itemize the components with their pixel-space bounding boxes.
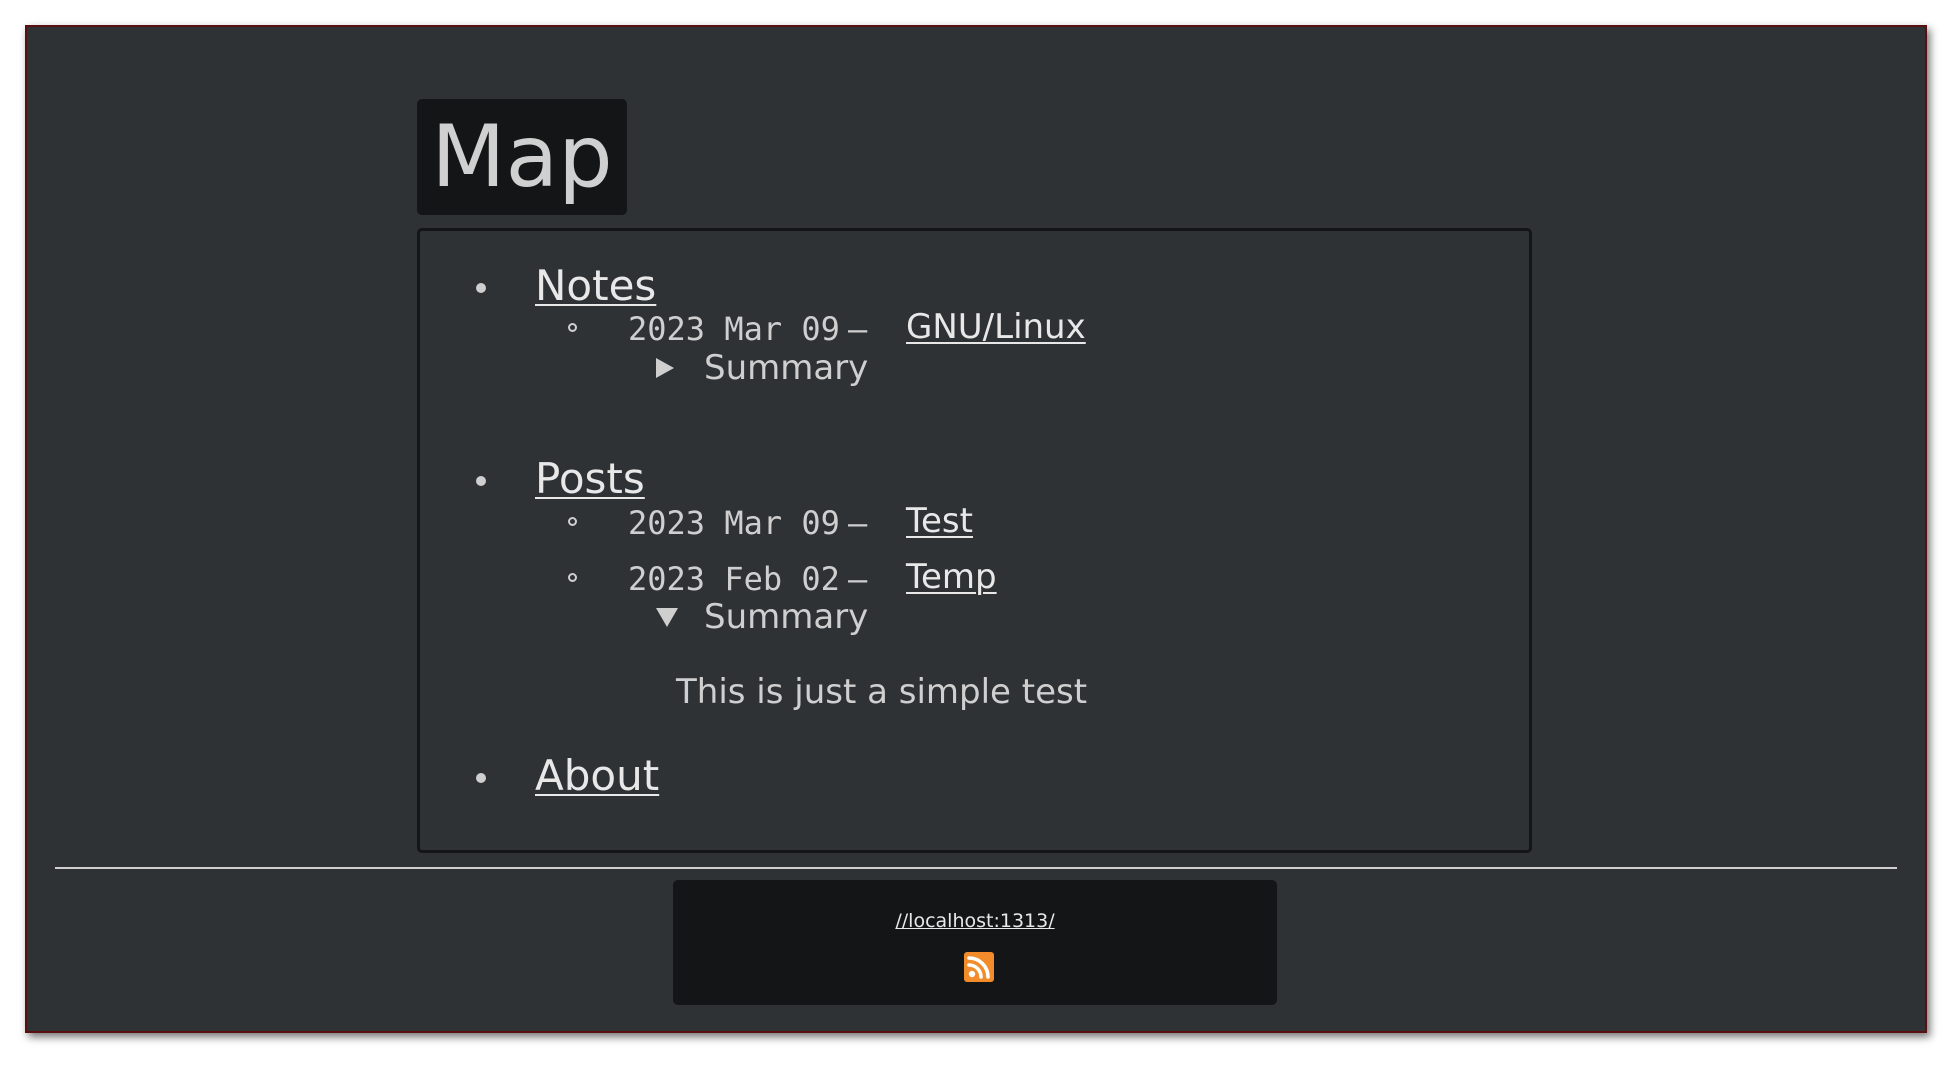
list-bullet [476,476,486,486]
summary-toggle-expanded[interactable]: Summary [656,597,868,637]
entry-dash: — [848,310,868,348]
summary-text: This is just a simple test [676,672,1088,712]
page-title: Map [431,107,613,207]
section-link-posts[interactable]: Posts [535,454,645,503]
section-link-notes[interactable]: Notes [535,261,656,310]
entry-link-test[interactable]: Test [906,501,973,541]
summary-label: Summary [704,597,869,637]
sub-list-bullet [568,573,577,582]
entry-date: 2023 Mar 09 [628,310,840,348]
entry-dash: — [848,560,868,598]
sub-list-bullet [568,517,577,526]
rss-icon[interactable] [964,952,994,982]
summary-label: Summary [704,348,869,388]
entry-dash: — [848,504,868,542]
page-frame: Map Notes 2023 Mar 09 — GNU/Linux Summar… [25,25,1927,1033]
footer-home-link[interactable]: //localhost:1313/ [673,910,1277,932]
entry-date: 2023 Mar 09 [628,504,840,542]
list-bullet [476,283,486,293]
triangle-down-icon [656,607,678,627]
section-link-about[interactable]: About [535,751,659,800]
page-title-box: Map [417,99,627,215]
footer: //localhost:1313/ [673,880,1277,1005]
triangle-right-icon [656,358,674,378]
entry-link-gnu-linux[interactable]: GNU/Linux [906,307,1086,347]
map-panel: Notes 2023 Mar 09 — GNU/Linux Summary Po… [417,228,1532,853]
list-bullet [476,773,486,783]
summary-toggle-collapsed[interactable]: Summary [656,348,868,388]
entry-date: 2023 Feb 02 [628,560,840,598]
sub-list-bullet [568,323,577,332]
footer-divider [55,867,1897,869]
entry-link-temp[interactable]: Temp [906,557,997,597]
